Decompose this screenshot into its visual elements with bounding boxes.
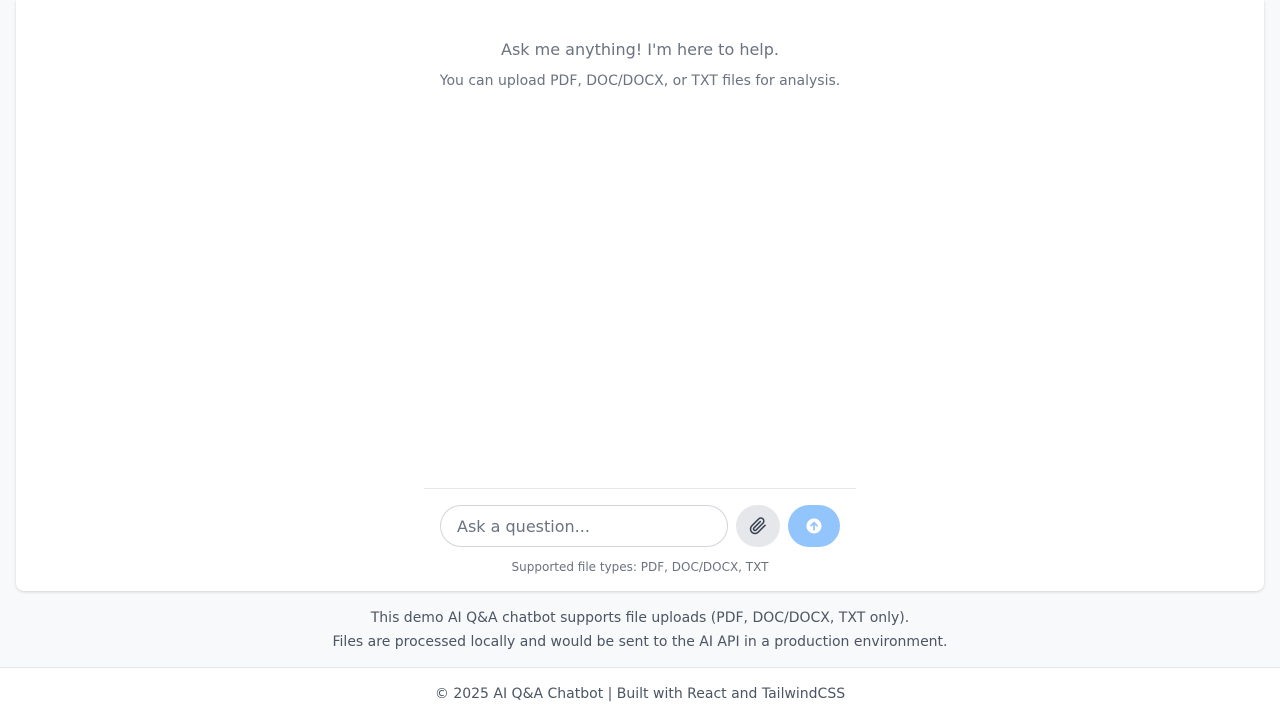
- attach-file-button[interactable]: [736, 505, 780, 547]
- welcome-subtitle: You can upload PDF, DOC/DOCX, or TXT fil…: [439, 73, 841, 89]
- chat-card: Ask me anything! I'm here to help. You c…: [16, 0, 1264, 591]
- arrow-up-circle-icon: [805, 517, 823, 535]
- info-text: This demo AI Q&A chatbot supports file u…: [0, 606, 1280, 654]
- info-line-1: This demo AI Q&A chatbot supports file u…: [370, 610, 910, 626]
- info-line-2: Files are processed locally and would be…: [332, 634, 948, 650]
- welcome-title: Ask me anything! I'm here to help.: [501, 40, 779, 59]
- composer: [440, 505, 840, 547]
- footer-text: © 2025 AI Q&A Chatbot | Built with React…: [434, 686, 846, 702]
- send-button[interactable]: [788, 505, 840, 547]
- supported-file-types: Supported file types: PDF, DOC/DOCX, TXT: [511, 560, 769, 574]
- composer-divider: [424, 488, 856, 489]
- question-input[interactable]: [440, 505, 728, 547]
- welcome-message: Ask me anything! I'm here to help. You c…: [16, 40, 1264, 91]
- footer: © 2025 AI Q&A Chatbot | Built with React…: [0, 667, 1280, 720]
- paperclip-icon: [749, 517, 767, 535]
